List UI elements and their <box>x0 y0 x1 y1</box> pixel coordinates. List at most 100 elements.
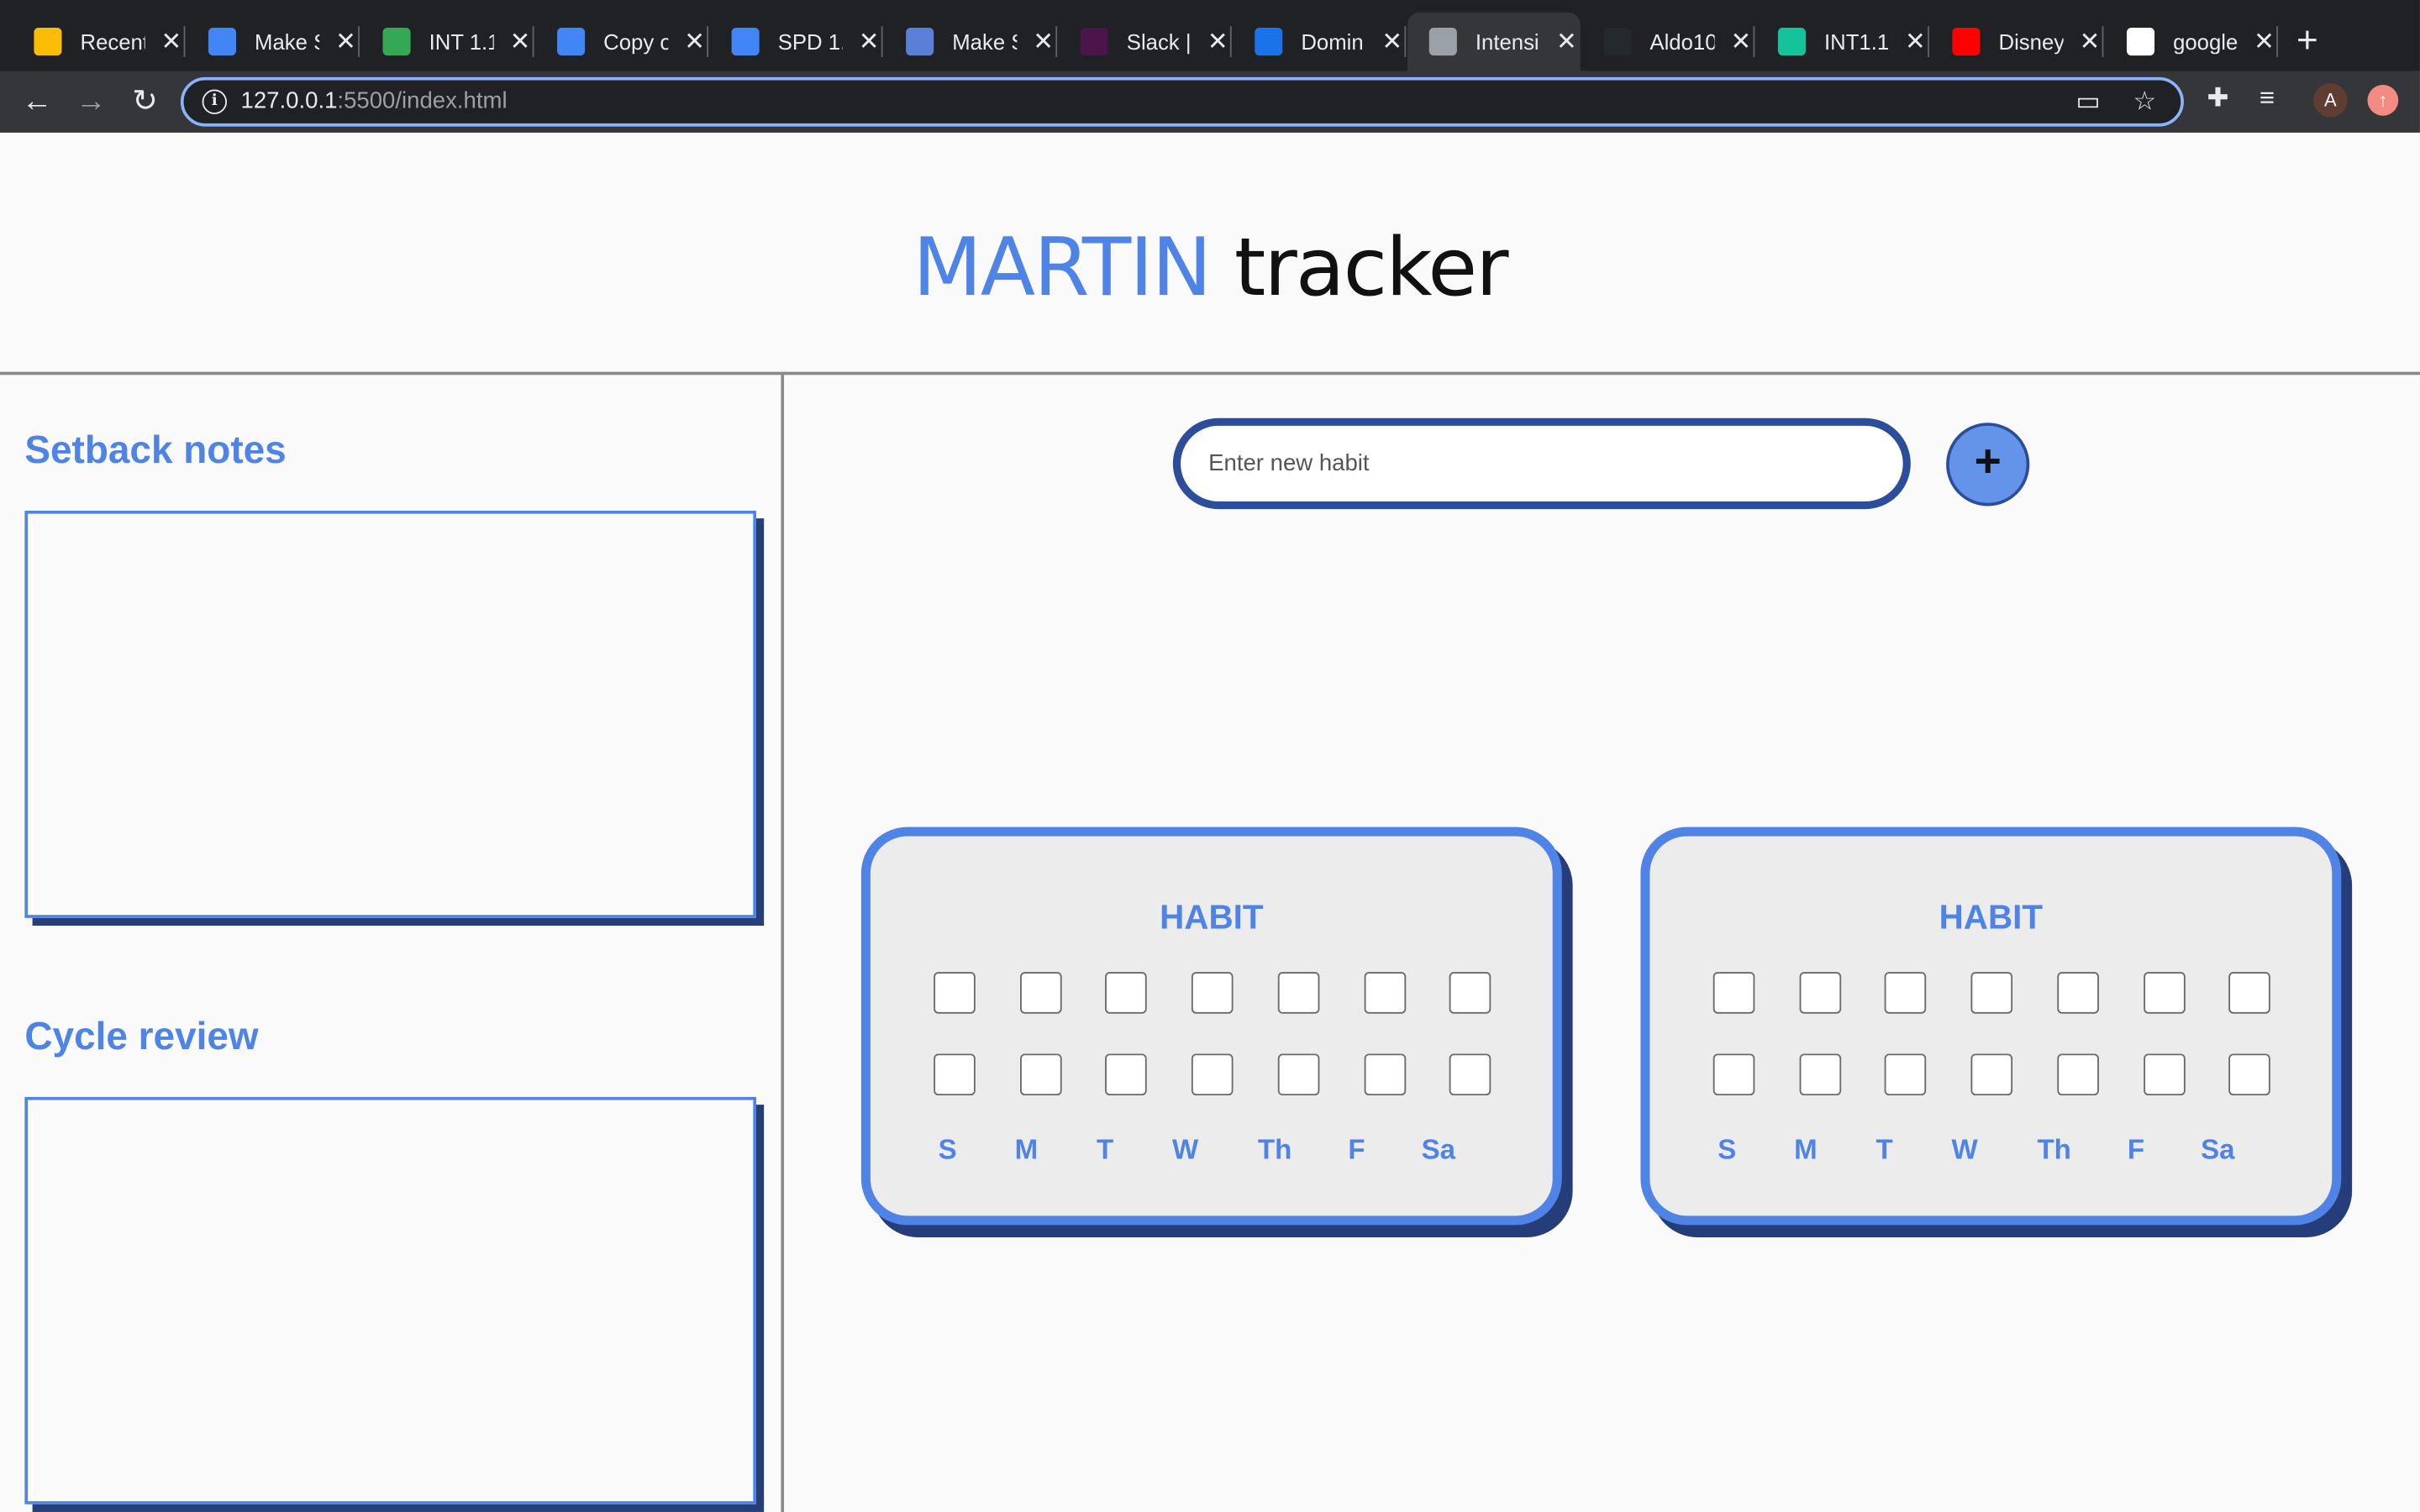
google-docs-icon <box>557 28 586 56</box>
day-checkbox[interactable] <box>1712 972 1755 1014</box>
google-drive-icon <box>34 28 62 56</box>
day-label: T <box>1096 1133 1114 1165</box>
browser-tab[interactable]: Copy o ✕ <box>535 13 709 71</box>
day-checkbox[interactable] <box>1884 1053 1927 1096</box>
day-checkbox[interactable] <box>1191 1053 1234 1096</box>
cast-icon[interactable]: ▭ <box>2075 87 2101 118</box>
day-checkbox[interactable] <box>1364 1053 1407 1096</box>
youtube-icon <box>1952 28 1981 56</box>
day-checkbox[interactable] <box>1277 1053 1320 1096</box>
tab-label: Domin <box>1301 29 1364 55</box>
browser-tab[interactable]: google ✕ <box>2105 13 2278 71</box>
day-checkbox[interactable] <box>1449 972 1491 1014</box>
day-checkbox[interactable] <box>1970 1053 2013 1096</box>
tab-label: Make S <box>952 29 1017 55</box>
day-checkbox[interactable] <box>1020 1053 1062 1096</box>
day-label: M <box>1794 1133 1818 1165</box>
close-icon[interactable]: ✕ <box>2254 26 2275 57</box>
calendar-icon <box>208 28 237 56</box>
day-checkbox[interactable] <box>1105 972 1147 1014</box>
close-icon[interactable]: ✕ <box>1381 26 1403 57</box>
extensions-icon[interactable]: ✚ <box>2207 83 2228 114</box>
new-tab-button[interactable]: + <box>2296 20 2318 63</box>
close-icon[interactable]: ✕ <box>858 26 880 57</box>
setback-notes-textarea[interactable] <box>24 510 756 918</box>
browser-tab[interactable]: SPD 1. ✕ <box>710 13 883 71</box>
close-icon[interactable]: ✕ <box>509 26 531 57</box>
close-icon[interactable]: ✕ <box>160 26 182 57</box>
close-icon[interactable]: ✕ <box>1207 26 1228 57</box>
update-icon[interactable]: ↑ <box>2367 85 2399 116</box>
day-checkbox[interactable] <box>2057 1053 2099 1096</box>
browser-tab[interactable]: Recent ✕ <box>13 13 186 71</box>
day-checkbox[interactable] <box>934 1053 976 1096</box>
url-text: 127.0.0.1:5500/index.html <box>240 87 508 114</box>
day-checkbox[interactable] <box>2057 972 2099 1014</box>
day-checkbox[interactable] <box>1020 972 1062 1014</box>
tab-bar: Recent✕Make S✕INT 1.1✕Copy o✕SPD 1.✕Make… <box>0 0 2420 71</box>
forward-arrow-icon[interactable]: → <box>70 81 113 123</box>
day-checkbox[interactable] <box>1105 1053 1147 1096</box>
google-icon <box>2126 28 2155 56</box>
browser-tab[interactable]: Intensi ✕ <box>1407 12 1581 71</box>
day-label: F <box>1348 1133 1365 1165</box>
browser-tab[interactable]: Slack | ✕ <box>1059 13 1232 71</box>
day-checkbox[interactable] <box>1364 972 1407 1014</box>
cycle-review-textarea[interactable] <box>24 1096 756 1504</box>
tab-label: Make S <box>255 29 319 55</box>
close-icon[interactable]: ✕ <box>335 26 357 57</box>
browser-tab[interactable]: Make S ✕ <box>187 13 360 71</box>
info-icon[interactable]: i <box>202 89 227 114</box>
profile-avatar[interactable]: A <box>2313 83 2348 118</box>
day-checkbox[interactable] <box>1970 972 2013 1014</box>
github-icon <box>1603 28 1632 56</box>
browser-tab[interactable]: INT 1.1 ✕ <box>361 13 534 71</box>
browser-tab[interactable]: Aldo10 ✕ <box>1582 13 1755 71</box>
day-label: F <box>2127 1133 2145 1165</box>
tab-label: Copy o <box>603 29 669 55</box>
browser-tab[interactable]: Domin ✕ <box>1234 13 1407 71</box>
reload-icon[interactable]: ↻ <box>124 81 166 123</box>
day-checkbox[interactable] <box>2144 972 2186 1014</box>
day-label: W <box>1171 1133 1199 1165</box>
browser-tab[interactable]: Disney ✕ <box>1931 13 2104 71</box>
close-icon[interactable]: ✕ <box>684 26 706 57</box>
day-checkbox[interactable] <box>2228 972 2270 1014</box>
close-icon[interactable]: ✕ <box>1033 26 1055 57</box>
habit-title: HABIT <box>1939 897 2044 937</box>
address-bar[interactable]: i 127.0.0.1:5500/index.html ▭ ☆ <box>180 76 2184 127</box>
new-habit-input[interactable] <box>1172 417 1911 510</box>
tab-label: Recent <box>80 29 145 55</box>
day-checkbox[interactable] <box>1277 972 1320 1014</box>
bar-chart-icon <box>382 28 411 56</box>
browser-tab[interactable]: Make S ✕ <box>884 13 1058 71</box>
cycle-review-heading: Cycle review <box>24 1015 259 1058</box>
star-icon[interactable]: ☆ <box>2133 87 2156 118</box>
media-queue-icon[interactable]: ≡ <box>2260 83 2275 114</box>
close-icon[interactable]: ✕ <box>1555 26 1577 57</box>
browser-tab[interactable]: INT1.1 ✕ <box>1756 13 1929 71</box>
page-content: MARTIN tracker Setback notes Cycle revie… <box>0 132 2420 1512</box>
close-icon[interactable]: ✕ <box>2079 26 2101 57</box>
close-icon[interactable]: ✕ <box>1730 26 1752 57</box>
grammarly-icon <box>1777 28 1806 56</box>
day-checkbox[interactable] <box>1884 972 1927 1014</box>
day-checkbox[interactable] <box>2144 1053 2186 1096</box>
tab-label: Aldo10 <box>1649 29 1715 55</box>
habit-title: HABIT <box>1160 897 1264 937</box>
day-label: Sa <box>2201 1133 2235 1165</box>
day-checkbox[interactable] <box>934 972 976 1014</box>
back-arrow-icon[interactable]: ← <box>15 81 58 123</box>
day-checkbox[interactable] <box>1712 1053 1755 1096</box>
day-checkbox[interactable] <box>1799 1053 1842 1096</box>
add-habit-button[interactable]: + <box>1946 423 2030 507</box>
tab-label: Slack | <box>1126 29 1192 55</box>
day-checkbox[interactable] <box>1799 972 1842 1014</box>
google-docs-icon <box>731 28 760 56</box>
habit-card: HABIT S M T W Th F Sa <box>1640 827 2342 1226</box>
day-checkbox[interactable] <box>1449 1053 1491 1096</box>
habit-card: HABIT S M T W Th F Sa <box>860 827 1562 1226</box>
day-checkbox[interactable] <box>1191 972 1234 1014</box>
day-checkbox[interactable] <box>2228 1053 2270 1096</box>
close-icon[interactable]: ✕ <box>1904 26 1926 57</box>
